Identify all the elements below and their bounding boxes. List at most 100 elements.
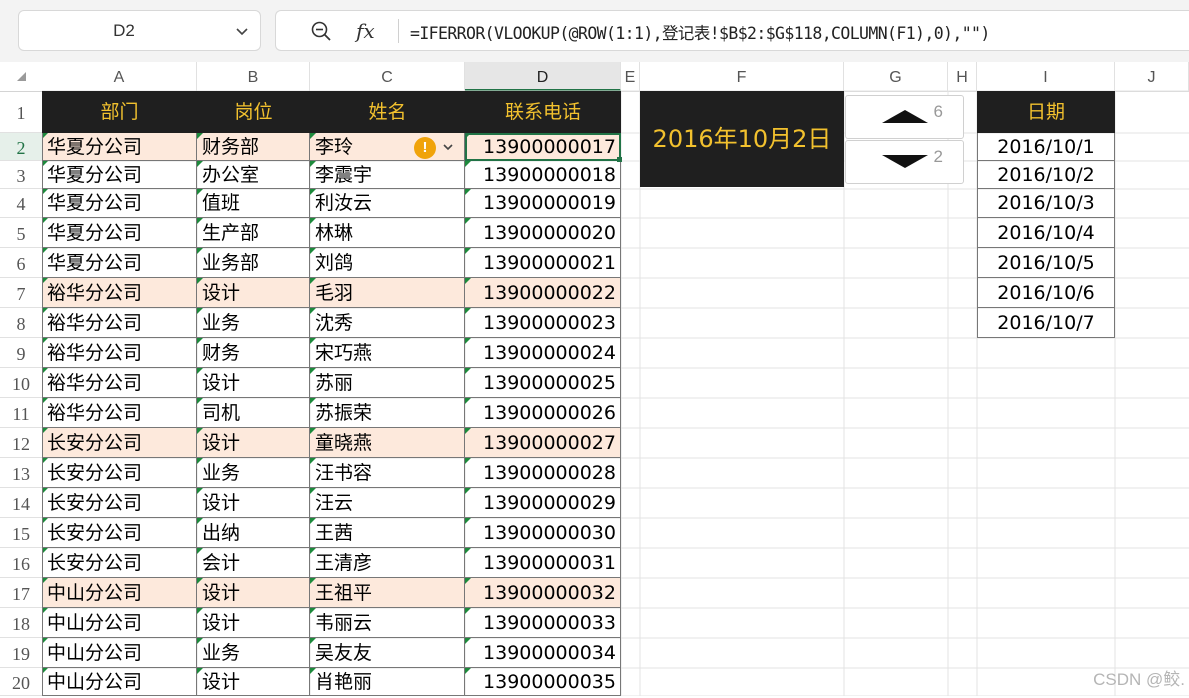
table-cell[interactable]: 出纳: [197, 518, 310, 548]
table-cell[interactable]: 长安分公司: [42, 458, 197, 488]
cell-text: 利汝云: [315, 192, 373, 214]
table-cell[interactable]: 长安分公司: [42, 428, 197, 458]
table-cell[interactable]: 办公室: [197, 161, 310, 189]
table-cell[interactable]: 韦丽云: [310, 608, 465, 638]
table-cell[interactable]: 13900000019: [465, 189, 621, 218]
table-cell[interactable]: 13900000020: [465, 218, 621, 248]
table-cell[interactable]: 华夏分公司: [42, 189, 197, 218]
table-cell[interactable]: 13900000018: [465, 161, 621, 189]
table-cell[interactable]: 王茜: [310, 518, 465, 548]
table-cell[interactable]: 13900000022: [465, 278, 621, 308]
table-cell[interactable]: 业务: [197, 458, 310, 488]
table-cell[interactable]: 设计: [197, 368, 310, 398]
table-cell[interactable]: 司机: [197, 398, 310, 428]
table-cell[interactable]: 裕华分公司: [42, 308, 197, 338]
table-header-cell[interactable]: 岗位: [197, 91, 310, 133]
cell-text: 设计: [202, 372, 241, 394]
table-cell[interactable]: 13900000017: [465, 133, 621, 161]
date-cell[interactable]: 2016/10/6: [977, 278, 1115, 308]
cell-text: 岗位: [234, 101, 273, 123]
table-cell[interactable]: 13900000031: [465, 548, 621, 578]
table-cell[interactable]: 值班: [197, 189, 310, 218]
table-cell[interactable]: 中山分公司: [42, 668, 197, 696]
table-cell[interactable]: 业务: [197, 308, 310, 338]
table-cell[interactable]: 设计: [197, 608, 310, 638]
table-cell[interactable]: 王祖平: [310, 578, 465, 608]
table-cell[interactable]: 13900000032: [465, 578, 621, 608]
table-cell[interactable]: 中山分公司: [42, 608, 197, 638]
table-cell[interactable]: 设计: [197, 578, 310, 608]
cell-text: 长安分公司: [47, 462, 143, 484]
table-cell[interactable]: 沈秀: [310, 308, 465, 338]
error-warning-icon[interactable]: !: [414, 137, 436, 159]
table-cell[interactable]: 财务部: [197, 133, 310, 161]
table-cell[interactable]: 13900000028: [465, 458, 621, 488]
table-cell[interactable]: 设计: [197, 488, 310, 518]
table-cell[interactable]: 裕华分公司: [42, 398, 197, 428]
table-cell[interactable]: 业务部: [197, 248, 310, 278]
table-cell[interactable]: 13900000021: [465, 248, 621, 278]
table-cell[interactable]: 财务: [197, 338, 310, 368]
table-cell[interactable]: 吴友友: [310, 638, 465, 668]
table-cell[interactable]: 生产部: [197, 218, 310, 248]
date-cell[interactable]: 2016/10/2: [977, 161, 1115, 189]
table-cell[interactable]: 毛羽: [310, 278, 465, 308]
table-cell[interactable]: 13900000029: [465, 488, 621, 518]
table-cell[interactable]: 设计: [197, 428, 310, 458]
table-cell[interactable]: 13900000027: [465, 428, 621, 458]
table-cell[interactable]: 13900000033: [465, 608, 621, 638]
arrow-down-icon[interactable]: [882, 155, 928, 169]
fill-handle[interactable]: [617, 157, 622, 162]
table-cell[interactable]: 李震宇: [310, 161, 465, 189]
table-cell[interactable]: 华夏分公司: [42, 248, 197, 278]
text-number-indicator: [197, 428, 203, 434]
table-cell[interactable]: 13900000030: [465, 518, 621, 548]
table-cell[interactable]: 王清彦: [310, 548, 465, 578]
date-cell[interactable]: 2016/10/1: [977, 133, 1115, 161]
cell-text: 13900000028: [483, 462, 616, 484]
table-cell[interactable]: 华夏分公司: [42, 218, 197, 248]
table-header-cell[interactable]: 部门: [42, 91, 197, 133]
table-cell[interactable]: 华夏分公司: [42, 161, 197, 189]
table-header-cell[interactable]: 联系电话: [465, 91, 621, 133]
table-cell[interactable]: 长安分公司: [42, 488, 197, 518]
table-cell[interactable]: 汪书容: [310, 458, 465, 488]
chevron-down-icon[interactable]: [441, 140, 455, 154]
table-cell[interactable]: 设计: [197, 278, 310, 308]
table-cell[interactable]: 13900000035: [465, 668, 621, 696]
table-cell[interactable]: 林琳: [310, 218, 465, 248]
date-header-cell[interactable]: 日期: [977, 91, 1115, 133]
table-cell[interactable]: 13900000026: [465, 398, 621, 428]
table-cell[interactable]: 苏振荣: [310, 398, 465, 428]
table-cell[interactable]: 中山分公司: [42, 578, 197, 608]
table-cell[interactable]: 长安分公司: [42, 518, 197, 548]
spinner-up-control[interactable]: 6: [845, 95, 964, 139]
table-cell[interactable]: 裕华分公司: [42, 278, 197, 308]
table-cell[interactable]: 长安分公司: [42, 548, 197, 578]
spinner-down-control[interactable]: 2: [845, 140, 964, 184]
table-cell[interactable]: 13900000034: [465, 638, 621, 668]
table-cell[interactable]: 汪云: [310, 488, 465, 518]
date-cell[interactable]: 2016/10/5: [977, 248, 1115, 278]
table-cell[interactable]: 13900000023: [465, 308, 621, 338]
table-cell[interactable]: 裕华分公司: [42, 338, 197, 368]
table-cell[interactable]: 会计: [197, 548, 310, 578]
table-cell[interactable]: 业务: [197, 638, 310, 668]
table-cell[interactable]: 苏丽: [310, 368, 465, 398]
date-cell[interactable]: 2016/10/7: [977, 308, 1115, 338]
table-cell[interactable]: 童晓燕: [310, 428, 465, 458]
table-cell[interactable]: 肖艳丽: [310, 668, 465, 696]
table-header-cell[interactable]: 姓名: [310, 91, 465, 133]
table-cell[interactable]: 设计: [197, 668, 310, 696]
table-cell[interactable]: 13900000025: [465, 368, 621, 398]
arrow-up-icon[interactable]: [882, 109, 928, 123]
table-cell[interactable]: 裕华分公司: [42, 368, 197, 398]
table-cell[interactable]: 华夏分公司: [42, 133, 197, 161]
table-cell[interactable]: 刘鸽: [310, 248, 465, 278]
table-cell[interactable]: 中山分公司: [42, 638, 197, 668]
table-cell[interactable]: 13900000024: [465, 338, 621, 368]
date-cell[interactable]: 2016/10/4: [977, 218, 1115, 248]
date-cell[interactable]: 2016/10/3: [977, 189, 1115, 218]
table-cell[interactable]: 宋巧燕: [310, 338, 465, 368]
table-cell[interactable]: 利汝云: [310, 189, 465, 218]
